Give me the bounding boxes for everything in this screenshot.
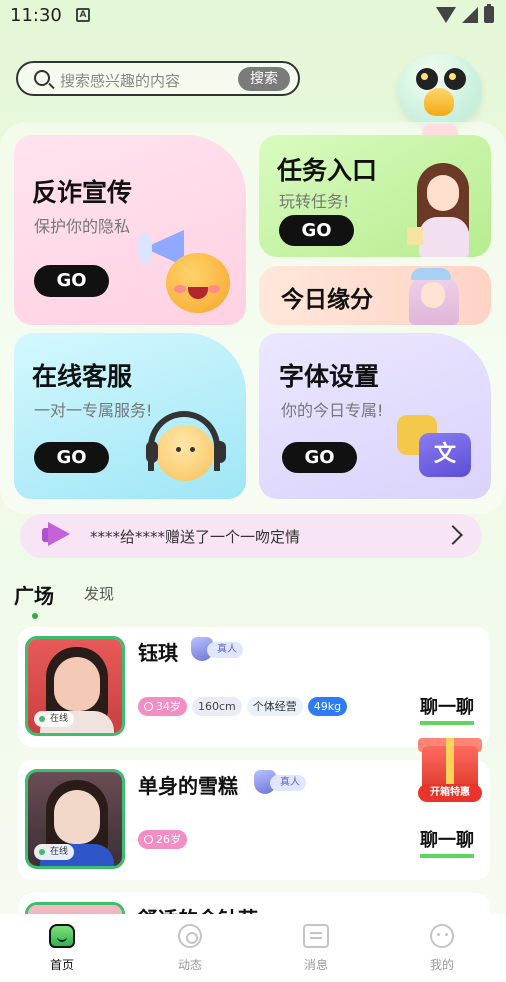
card-anti-fraud[interactable]: 反诈宣传 保护你的隐私 GO — [14, 135, 246, 325]
heart-icon — [424, 88, 454, 116]
chat-button[interactable]: 聊一聊 — [420, 693, 474, 725]
online-badge: 在线 — [34, 844, 75, 860]
tab-discover[interactable]: 发现 — [84, 583, 114, 604]
notification-a-icon: A — [76, 8, 90, 22]
gift-icon — [407, 227, 423, 245]
girl-illustration — [399, 268, 469, 325]
gift-notice-bar[interactable]: ****给****赠送了一个一吻定情 — [20, 514, 482, 558]
nav-label: 我的 — [429, 958, 454, 972]
card-title: 反诈宣传 — [32, 178, 133, 207]
nav-item-dynamic[interactable]: 动态 — [150, 922, 230, 973]
tab-square[interactable]: 广场 — [14, 580, 54, 609]
shouting-emoji-icon — [166, 253, 230, 313]
battery-icon — [484, 4, 494, 23]
verified-label: 真人 — [207, 642, 243, 658]
card-subtitle: 你的今日专属! — [281, 401, 384, 420]
notice-text: ****给****赠送了一个一吻定情 — [90, 528, 301, 546]
chat-button[interactable]: 聊一聊 — [420, 826, 474, 858]
profile-icon — [430, 924, 454, 948]
nav-label: 消息 — [303, 958, 328, 972]
tag-row: 26岁 — [138, 830, 187, 849]
search-bar[interactable]: 搜索感兴趣的内容 搜索 — [16, 61, 300, 96]
card-font-settings[interactable]: 字体设置 你的今日专属! GO 文 — [259, 333, 491, 499]
verified-badge: 真人 — [191, 637, 243, 661]
verified-badge: 真人 — [254, 770, 306, 794]
user-name: 单身的雪糕 — [138, 774, 238, 798]
card-title: 任务入口 — [277, 156, 378, 185]
home-icon — [49, 924, 75, 948]
user-name: 钰琪 — [138, 641, 178, 665]
mascot-eye-right — [444, 68, 466, 90]
headset-emoji-icon — [146, 411, 226, 491]
status-bar: 11:30 A — [0, 0, 506, 34]
font-bubble-icon: 文 — [419, 433, 471, 477]
chevron-right-icon[interactable] — [443, 525, 463, 545]
dynamic-icon — [178, 924, 202, 948]
age-tag: 26岁 — [138, 830, 187, 849]
nav-label: 首页 — [49, 958, 74, 972]
gift-box-promo[interactable]: 开箱特惠 — [406, 722, 494, 804]
bottom-nav: 首页 动态 消息 我的 — [0, 914, 506, 982]
avatar[interactable]: 在线 — [25, 636, 125, 736]
online-badge: 在线 — [34, 711, 75, 727]
wifi-icon — [436, 6, 456, 23]
tab-indicator — [32, 613, 38, 619]
go-button[interactable]: GO — [34, 442, 109, 473]
verified-label: 真人 — [270, 775, 306, 791]
mascot-eye-left — [416, 68, 438, 90]
card-task-entry[interactable]: 任务入口 玩转任务! GO — [259, 135, 491, 257]
tag-row: 34岁 160cm 个体经营 49kg — [138, 697, 348, 716]
card-title: 今日缘分 — [281, 287, 373, 313]
nav-label: 动态 — [177, 958, 202, 972]
megaphone-icon — [42, 520, 70, 550]
avatar[interactable]: 在线 — [25, 769, 125, 869]
message-icon — [303, 924, 329, 948]
nav-item-profile[interactable]: 我的 — [402, 922, 482, 973]
search-icon — [34, 70, 50, 86]
go-button[interactable]: GO — [279, 215, 354, 246]
search-input[interactable]: 搜索感兴趣的内容 — [60, 70, 180, 91]
card-subtitle: 一对一专属服务! — [34, 401, 153, 420]
card-customer-service[interactable]: 在线客服 一对一专属服务! GO — [14, 333, 246, 499]
height-tag: 160cm — [192, 697, 242, 716]
weight-tag: 49kg — [307, 697, 348, 716]
go-button[interactable]: GO — [282, 442, 357, 473]
gift-ribbon — [446, 738, 454, 790]
card-daily-match[interactable]: 今日缘分 — [259, 266, 491, 325]
gift-promo-label: 开箱特惠 — [418, 784, 482, 802]
go-button[interactable]: GO — [34, 265, 109, 297]
status-icons — [436, 4, 494, 23]
card-title: 在线客服 — [32, 362, 133, 391]
signal-icon — [462, 6, 478, 23]
nav-item-home[interactable]: 首页 — [22, 922, 102, 973]
card-subtitle: 保护你的隐私 — [34, 217, 131, 236]
status-time: 11:30 — [10, 5, 62, 26]
card-title: 字体设置 — [279, 362, 380, 391]
job-tag: 个体经营 — [246, 697, 303, 716]
search-button[interactable]: 搜索 — [238, 67, 290, 91]
nav-item-messages[interactable]: 消息 — [276, 922, 356, 973]
age-tag: 34岁 — [138, 697, 187, 716]
card-subtitle: 玩转任务! — [279, 192, 350, 211]
